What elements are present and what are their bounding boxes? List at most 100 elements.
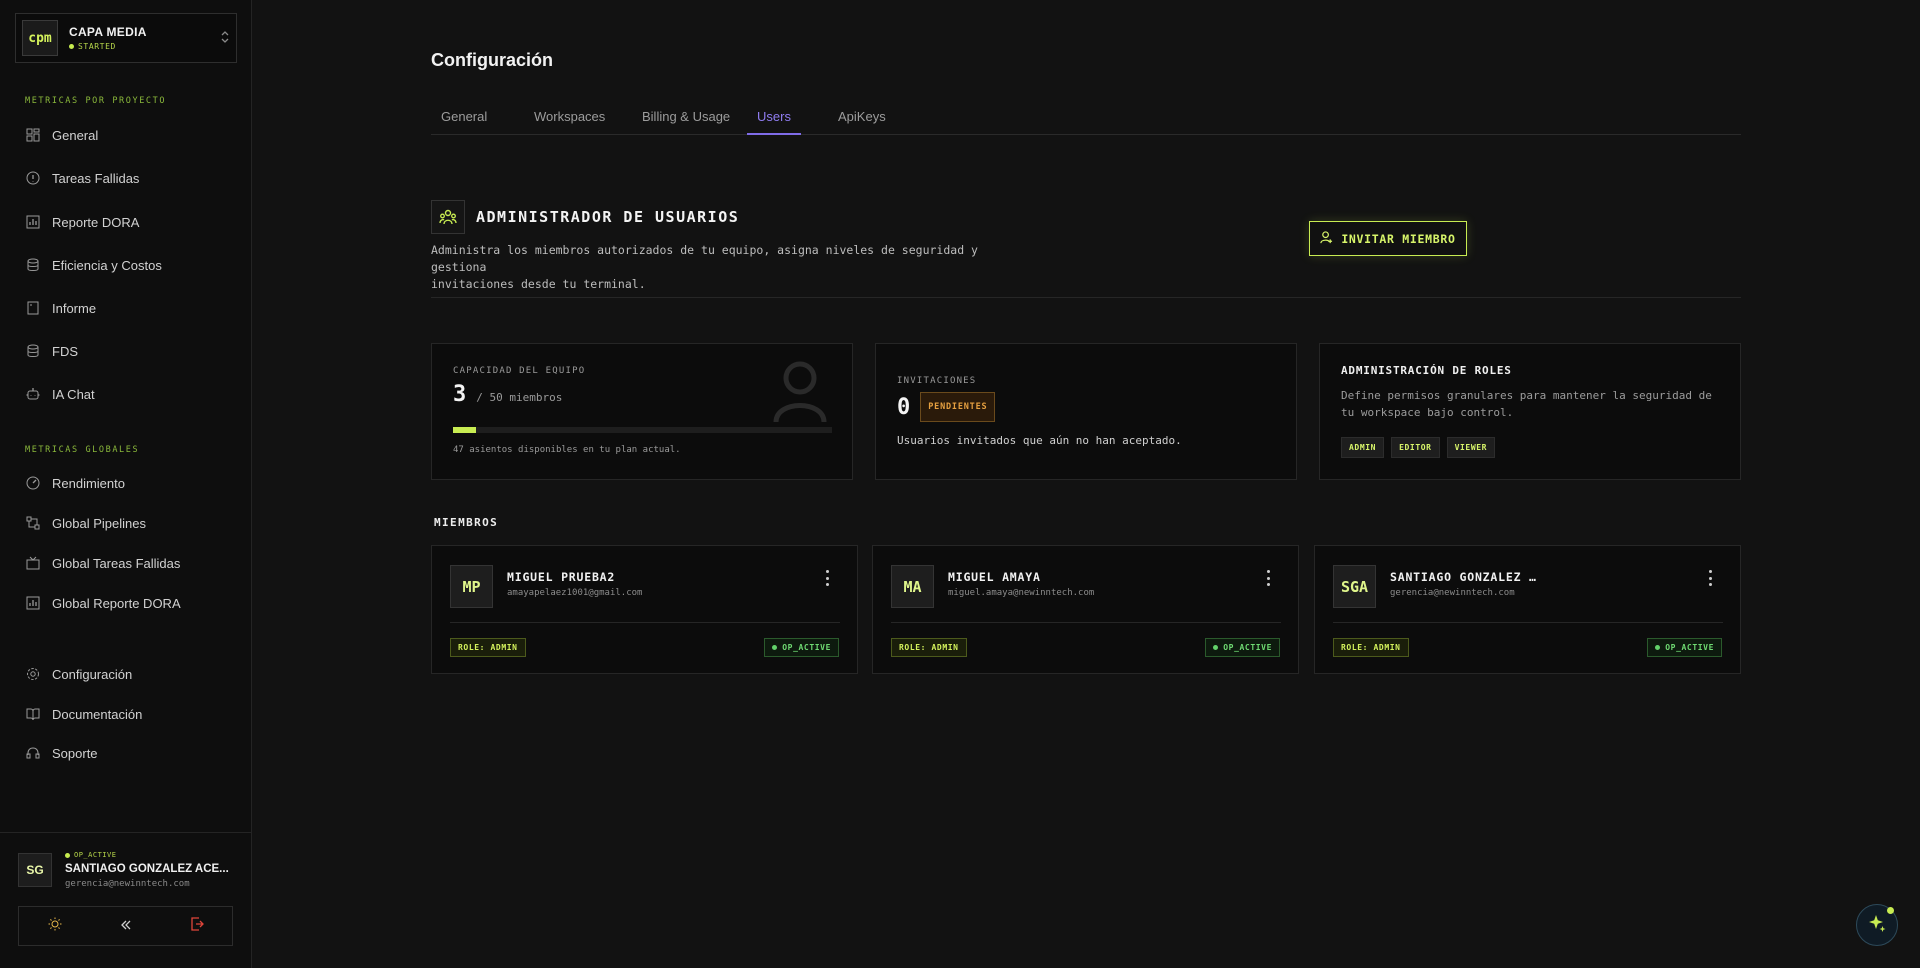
avatar: SG [18, 853, 52, 887]
tab-users[interactable]: Users [747, 109, 801, 135]
bot-icon [25, 386, 41, 402]
project-name: CAPA MEDIA [69, 25, 147, 39]
database-icon [25, 257, 41, 273]
sidebar-item-label: Global Reporte DORA [52, 595, 181, 611]
sidebar-item-documentacion[interactable]: Documentación [25, 706, 142, 722]
sidebar-item-tareas-fallidas[interactable]: Tareas Fallidas [25, 170, 139, 186]
sidebar-item-global-reporte-dora[interactable]: Global Reporte DORA [25, 595, 181, 611]
admin-description: Administra los miembros autorizados de t… [431, 243, 978, 291]
sidebar-item-soporte[interactable]: Soporte [25, 745, 98, 761]
role-chip-editor[interactable]: EDITOR [1391, 437, 1440, 458]
sidebar-item-rendimiento[interactable]: Rendimiento [25, 475, 125, 491]
sidebar-item-label: Eficiencia y Costos [52, 257, 162, 273]
member-email: miguel.amaya@newinntech.com [948, 588, 1095, 598]
page-title: Configuración [431, 50, 553, 70]
sidebar-item-ia-chat[interactable]: IA Chat [25, 386, 95, 402]
roles-card: ADMINISTRACIÓN DE ROLES Define permisos … [1319, 343, 1741, 480]
invitations-description: Usuarios invitados que aún no han acepta… [897, 434, 1182, 447]
sidebar-item-global-pipelines[interactable]: Global Pipelines [25, 515, 146, 531]
status-dot-icon [69, 44, 74, 49]
admin-section-title: ADMINISTRADOR DE USUARIOS [476, 208, 740, 226]
section-title-project: METRICAS POR PROYECTO [25, 96, 167, 106]
sidebar-item-label: Configuración [52, 666, 133, 682]
sidebar-item-eficiencia-costos[interactable]: Eficiencia y Costos [25, 257, 162, 273]
member-email: gerencia@newinntech.com [1390, 588, 1515, 598]
roles-description: Define permisos granulares para mantener… [1341, 389, 1712, 419]
sidebar-item-global-tareas-fallidas[interactable]: Global Tareas Fallidas [25, 555, 180, 571]
team-capacity-card: CAPACIDAD DEL EQUIPO 3 / 50 miembros 47 … [431, 343, 853, 480]
invite-member-button[interactable]: INVITAR MIEMBRO [1309, 221, 1467, 256]
member-role-badge: ROLE: ADMIN [891, 638, 967, 657]
sidebar: cpm CAPA MEDIA STARTED METRICAS POR PROY… [0, 0, 252, 968]
gauge-icon [25, 475, 41, 491]
headset-icon [25, 745, 41, 761]
sidebar-item-label: Tareas Fallidas [52, 170, 140, 186]
bar-chart-icon [25, 214, 41, 230]
sidebar-item-label: Soporte [52, 745, 98, 761]
project-logo: cpm [22, 20, 58, 56]
member-email: amayapelaez1001@gmail.com [507, 588, 643, 598]
tab-billing-usage[interactable]: Billing & Usage [632, 109, 740, 135]
more-vertical-icon[interactable] [824, 570, 830, 586]
sidebar-item-label: FDS [52, 343, 78, 359]
pending-badge: PENDIENTES [920, 392, 996, 422]
invitations-count: 0 [897, 394, 911, 420]
member-status-badge: OP_ACTIVE [764, 638, 839, 657]
current-user-card: SG OP_ACTIVE SANTIAGO GONZALEZ ACE... ge… [0, 832, 252, 968]
sparkle-icon [1867, 913, 1887, 938]
sun-icon [48, 917, 62, 935]
sidebar-item-label: General [52, 127, 99, 143]
tab-workspaces[interactable]: Workspaces [524, 109, 615, 135]
sidebar-item-reporte-dora[interactable]: Reporte DORA [25, 214, 139, 230]
settings-tabs: General Workspaces Billing & Usage Users… [431, 109, 1741, 135]
theme-toggle-button[interactable] [19, 907, 90, 945]
invitations-card: INVITACIONES 0 PENDIENTES Usuarios invit… [875, 343, 1297, 480]
role-chip-viewer[interactable]: VIEWER [1446, 437, 1496, 458]
logout-button[interactable] [161, 907, 232, 945]
capacity-used: 3 [453, 382, 467, 407]
sidebar-item-label: Informe [52, 300, 97, 316]
avatar: MA [891, 565, 934, 608]
member-status-badge: OP_ACTIVE [1205, 638, 1280, 657]
invitations-label: INVITACIONES [897, 376, 977, 386]
status-dot-icon [1655, 645, 1661, 650]
capacity-total: / 50 miembros [476, 391, 563, 404]
database-icon [25, 343, 41, 359]
sidebar-item-general[interactable]: General [25, 127, 98, 143]
project-status: STARTED [69, 42, 220, 51]
sidebar-item-label: Rendimiento [52, 475, 125, 491]
sidebar-item-fds[interactable]: FDS [25, 343, 78, 359]
capacity-available-text: 47 asientos disponibles en tu plan actua… [453, 445, 681, 455]
book-icon [25, 706, 41, 722]
tab-apikeys[interactable]: ApiKeys [828, 109, 896, 135]
project-switcher[interactable]: cpm CAPA MEDIA STARTED [15, 13, 237, 63]
tab-general[interactable]: General [431, 109, 497, 135]
user-actions [18, 906, 233, 946]
sidebar-item-label: IA Chat [52, 386, 95, 402]
logout-icon [190, 917, 204, 935]
card-divider [450, 622, 840, 623]
user-status: OP_ACTIVE [65, 851, 116, 859]
sidebar-item-informe[interactable]: Informe [25, 300, 96, 316]
more-vertical-icon[interactable] [1707, 570, 1713, 586]
user-email: gerencia@newinntech.com [65, 879, 190, 889]
role-chip-admin[interactable]: ADMIN [1341, 437, 1385, 458]
capacity-progress-bar [453, 427, 832, 433]
sidebar-item-label: Global Tareas Fallidas [52, 555, 181, 571]
sidebar-item-configuracion[interactable]: Configuración [25, 666, 132, 682]
member-card: SGA SANTIAGO GONZALEZ … gerencia@newinnt… [1314, 545, 1741, 674]
avatar: SGA [1333, 565, 1376, 608]
status-dot-icon [772, 645, 778, 650]
alert-circle-icon [25, 170, 41, 186]
chevrons-left-icon [120, 918, 132, 935]
member-role-badge: ROLE: ADMIN [1333, 638, 1409, 657]
section-divider [431, 297, 1741, 298]
member-status-badge: OP_ACTIVE [1647, 638, 1722, 657]
pipeline-icon [25, 515, 41, 531]
more-vertical-icon[interactable] [1265, 570, 1271, 586]
sidebar-item-label: Reporte DORA [52, 214, 140, 230]
notification-dot [1887, 907, 1894, 914]
member-name: MIGUEL AMAYA [948, 570, 1041, 584]
collapse-sidebar-button[interactable] [90, 907, 161, 945]
ai-assistant-button[interactable] [1856, 904, 1898, 946]
